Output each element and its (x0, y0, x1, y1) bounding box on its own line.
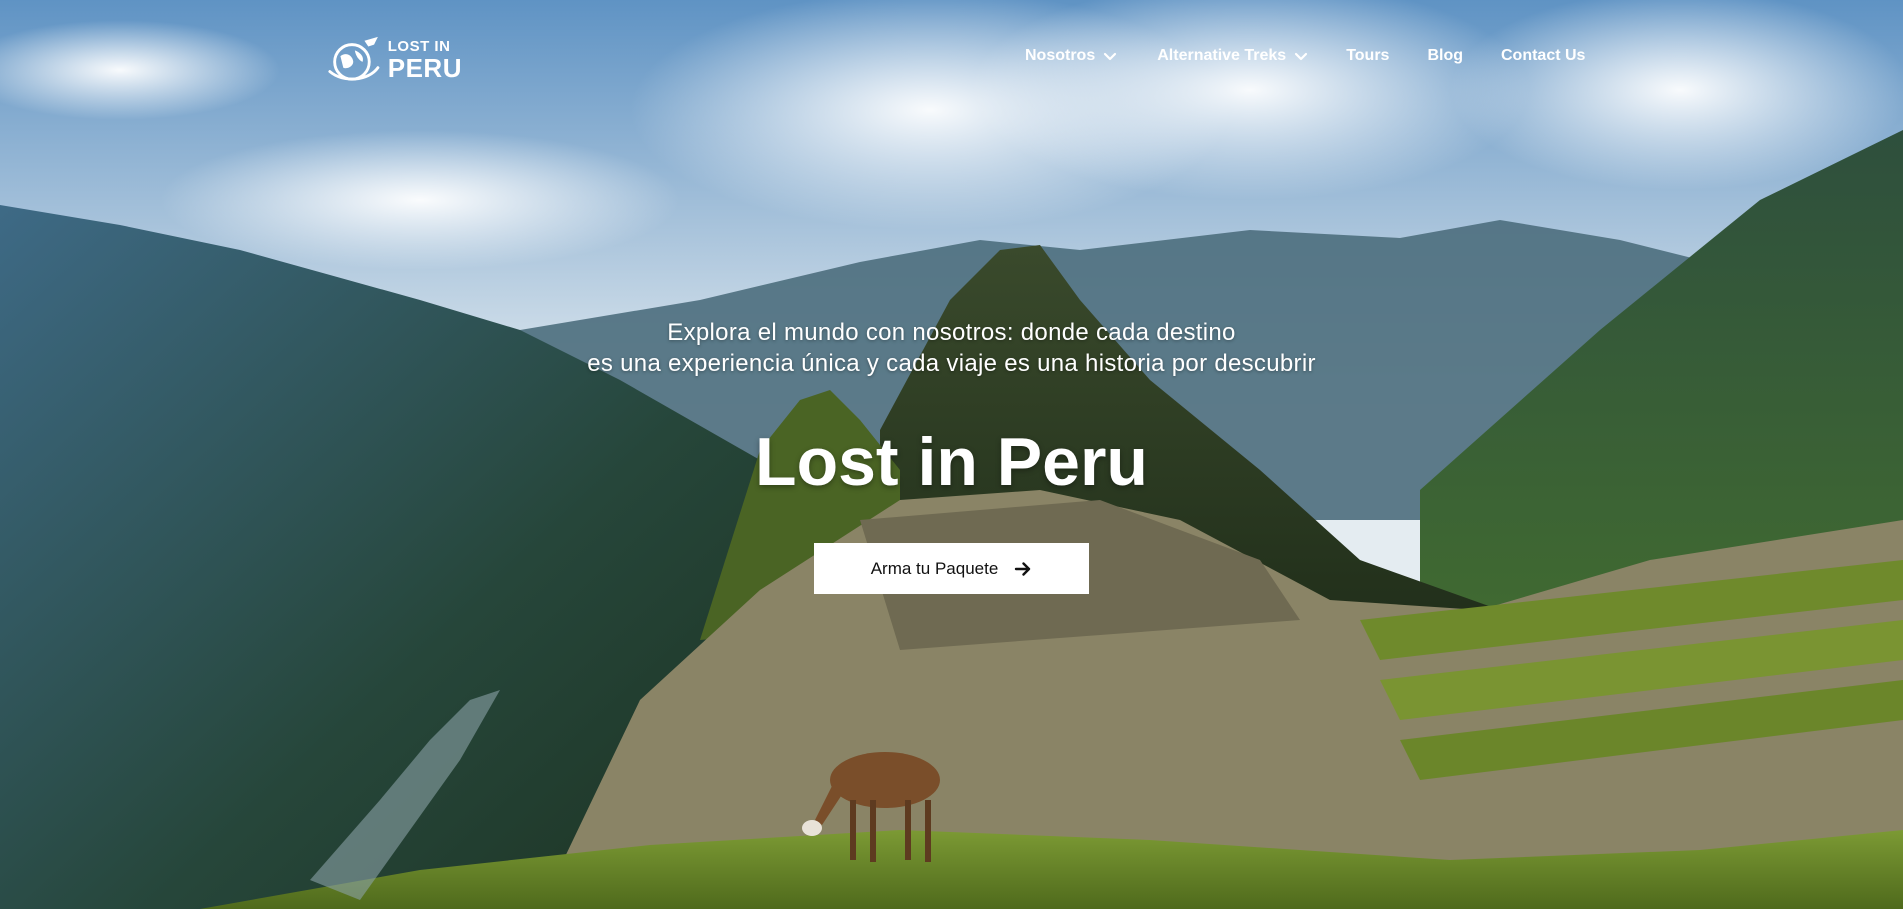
top-navigation: LOST IN PERU Nosotros Alternative Treks … (0, 0, 1903, 120)
nav-item-alternative-treks[interactable]: Alternative Treks (1157, 47, 1308, 65)
site-logo[interactable]: LOST IN PERU (326, 32, 462, 88)
chevron-down-icon (1295, 52, 1308, 61)
hero-section: LOST IN PERU Nosotros Alternative Treks … (0, 0, 1903, 909)
brand-wordmark: LOST IN PERU (388, 39, 462, 81)
build-package-button[interactable]: Arma tu Paquete (814, 543, 1089, 594)
hero-tagline-line-2: es una experiencia única y cada viaje es… (587, 350, 1316, 377)
arrow-right-icon (1015, 561, 1031, 576)
nav-item-contact-us[interactable]: Contact Us (1501, 47, 1585, 65)
brand-line-1: LOST IN (387, 38, 451, 55)
nav-item-label: Alternative Treks (1157, 47, 1287, 64)
nav-item-nosotros[interactable]: Nosotros (1025, 47, 1117, 65)
nav-item-tours[interactable]: Tours (1346, 47, 1389, 65)
nav-item-label: Nosotros (1025, 47, 1096, 64)
hero-tagline: Explora el mundo con nosotros: donde cad… (0, 317, 1903, 379)
nav-item-label: Contact Us (1501, 47, 1586, 64)
nav-item-label: Tours (1346, 47, 1390, 64)
hero-tagline-line-1: Explora el mundo con nosotros: donde cad… (667, 319, 1236, 346)
hero-title: Lost in Peru (755, 424, 1148, 500)
build-package-button-label: Arma tu Paquete (870, 558, 999, 578)
brand-line-2: PERU (387, 53, 462, 83)
chevron-down-icon (1104, 52, 1117, 61)
nav-item-blog[interactable]: Blog (1427, 47, 1463, 65)
main-menu: Nosotros Alternative Treks Tours Blog Co… (1025, 47, 1585, 65)
nav-item-label: Blog (1427, 47, 1463, 64)
globe-plane-logo-icon (328, 36, 380, 81)
